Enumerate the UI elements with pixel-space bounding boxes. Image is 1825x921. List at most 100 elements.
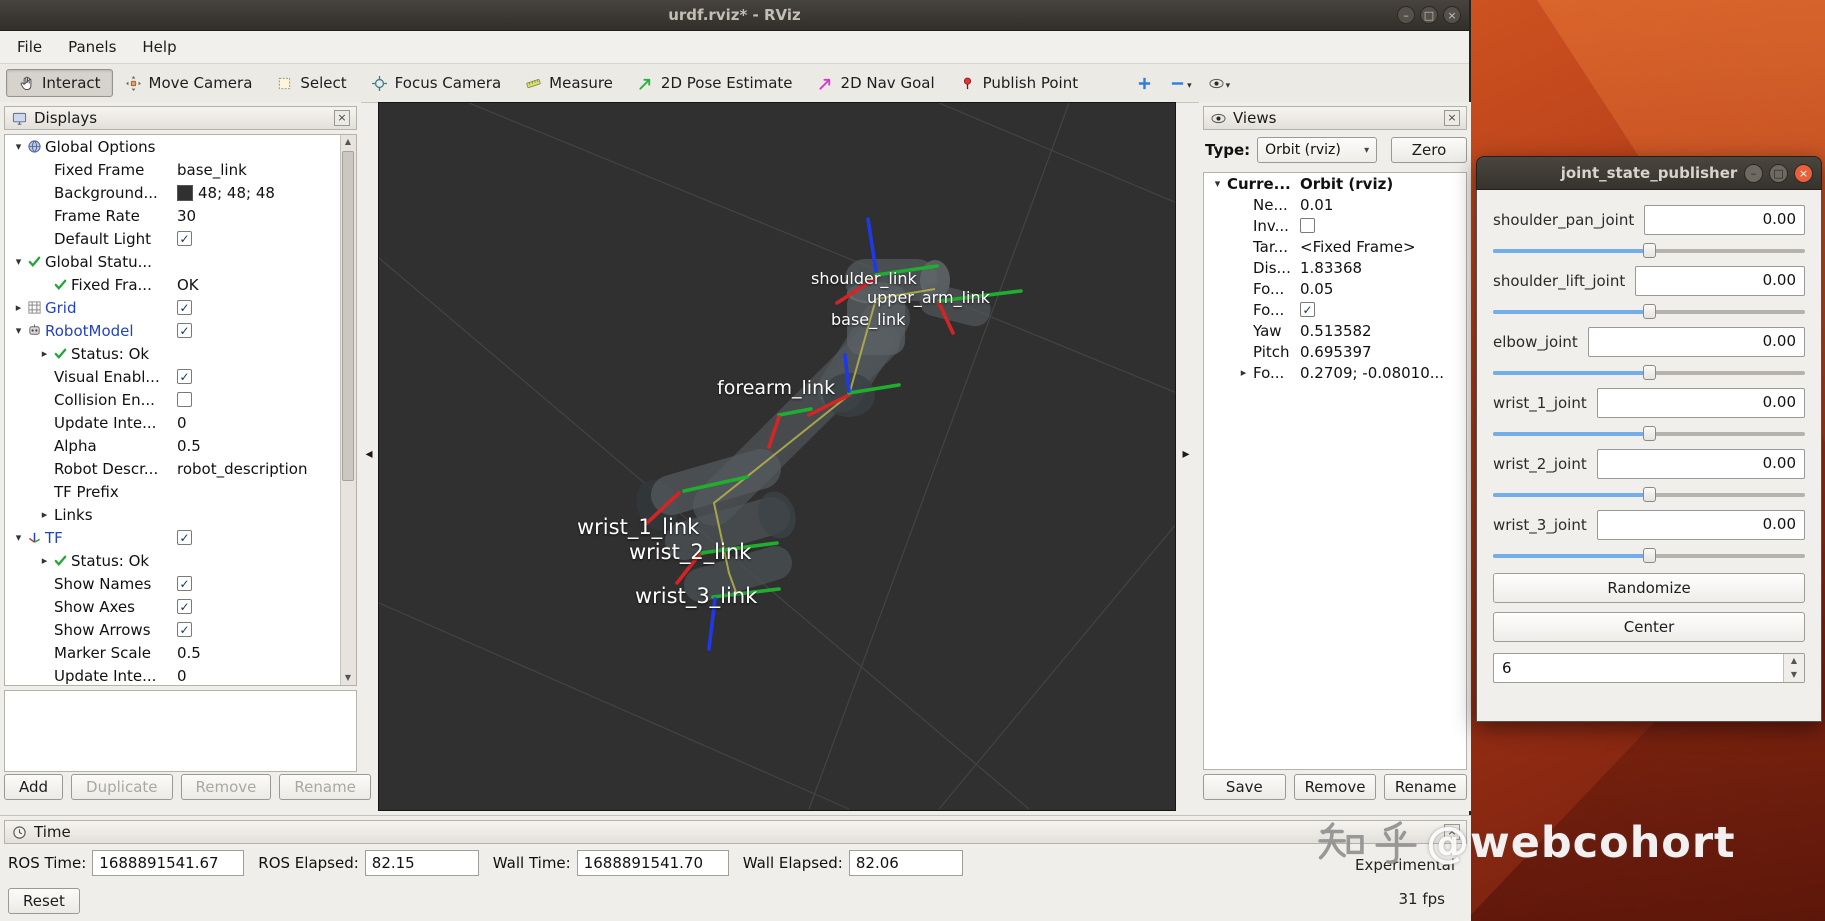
tree-row-fo[interactable]: Fo... 0.05 [1204,278,1466,299]
tree-row-show-arrows[interactable]: Show Arrows ✓ [5,618,356,641]
wrist-1-joint-slider[interactable] [1493,425,1805,442]
wrist-2-joint-value[interactable]: 0.00 [1596,449,1805,479]
expander-right-icon[interactable]: ▸ [37,347,52,360]
checkbox-checked[interactable]: ✓ [1300,302,1315,317]
tree-row-tf-prefix[interactable]: TF Prefix [5,480,356,503]
scroll-down-icon[interactable]: ▼ [341,671,355,685]
close-button[interactable]: × [1794,164,1813,183]
close-panel-icon[interactable]: × [334,110,350,126]
tool-interact[interactable]: Interact [6,69,113,97]
checkbox-checked[interactable]: ✓ [177,599,192,614]
rviz-titlebar[interactable]: urdf.rviz* - RViz – □ × [0,0,1469,31]
tree-row-tar[interactable]: Tar... <Fixed Frame> [1204,236,1466,257]
tool-move-camera[interactable]: Move Camera [113,69,265,97]
wrist-3-joint-slider[interactable] [1493,547,1805,564]
tree-row-yaw[interactable]: Yaw 0.513582 [1204,320,1466,341]
menu-panels[interactable]: Panels [55,33,129,61]
tree-row-status-ok[interactable]: ▸ Status: Ok [5,549,356,572]
checkbox-checked[interactable]: ✓ [177,369,192,384]
tool-2d-pose-estimate[interactable]: 2D Pose Estimate [625,69,805,97]
tree-row-fo[interactable]: Fo... ✓ [1204,299,1466,320]
slider-handle[interactable] [1643,426,1656,441]
shoulder-pan-joint-slider[interactable] [1493,242,1805,259]
shoulder-pan-joint-value[interactable]: 0.00 [1644,205,1805,235]
slider-handle[interactable] [1643,243,1656,258]
center-button[interactable]: Center [1493,612,1805,642]
wrist-2-joint-slider[interactable] [1493,486,1805,503]
expander-down-icon[interactable]: ▾ [11,324,26,337]
tree-row-ne[interactable]: Ne... 0.01 [1204,194,1466,215]
jsp-titlebar[interactable]: joint_state_publisher – □ × [1476,156,1822,190]
time-panel-header[interactable]: Time × [4,820,1467,844]
shoulder-lift-joint-slider[interactable] [1493,303,1805,320]
randomize-button[interactable]: Randomize [1493,573,1805,603]
expander-right-icon[interactable]: ▸ [1236,366,1251,379]
tool-2d-nav-goal[interactable]: 2D Nav Goal [805,69,947,97]
checkbox-checked[interactable]: ✓ [177,300,192,315]
slider-handle[interactable] [1643,487,1656,502]
tree-row-marker-scale[interactable]: Marker Scale 0.5 [5,641,356,664]
remove-tool-button[interactable]: ▾ [1169,75,1192,91]
checkbox-checked[interactable]: ✓ [177,530,192,545]
expander-down-icon[interactable]: ▾ [11,140,26,153]
tree-row-show-names[interactable]: Show Names ✓ [5,572,356,595]
tree-row-pitch[interactable]: Pitch 0.695397 [1204,341,1466,362]
scrollbar[interactable]: ▲ ▼ [340,135,356,685]
checkbox-unchecked[interactable] [1300,218,1315,233]
tree-row-tf[interactable]: ▾ TF ✓ [5,526,356,549]
tree-row-show-axes[interactable]: Show Axes ✓ [5,595,356,618]
tree-row-visual-enabl[interactable]: Visual Enabl... ✓ [5,365,356,388]
menu-file[interactable]: File [4,33,55,61]
checkbox-checked[interactable]: ✓ [177,323,192,338]
expander-right-icon[interactable]: ▸ [37,554,52,567]
zero-button[interactable]: Zero [1391,137,1467,163]
elbow-joint-value[interactable]: 0.00 [1587,327,1805,357]
tree-row-global-statu[interactable]: ▾ Global Statu... [5,250,356,273]
tree-row-grid[interactable]: ▸ Grid ✓ [5,296,356,319]
collapse-left-panel-icon[interactable]: ◂ [362,446,376,462]
elbow-joint-slider[interactable] [1493,364,1805,381]
remove-button[interactable]: Remove [1293,774,1377,800]
close-button[interactable]: × [1443,6,1461,24]
displays-panel-header[interactable]: Displays × [4,106,357,130]
tree-row-default-light[interactable]: Default Light ✓ [5,227,356,250]
wall-time-field[interactable]: 1688891541.70 [576,850,729,876]
wrist-3-joint-value[interactable]: 0.00 [1596,510,1805,540]
expander-down-icon[interactable]: ▾ [11,255,26,268]
spinner-down-icon[interactable]: ▼ [1784,668,1804,682]
slider-handle[interactable] [1643,548,1656,563]
tree-row-background[interactable]: Background... 48; 48; 48 [5,181,356,204]
add-button[interactable]: Add [4,774,64,800]
checkbox-checked[interactable]: ✓ [177,576,192,591]
tree-row-fixed-fra[interactable]: Fixed Fra... OK [5,273,356,296]
ros-time-field[interactable]: 1688891541.67 [92,850,245,876]
tree-row-collision-en[interactable]: Collision En... [5,388,356,411]
tree-row-fo[interactable]: ▸ Fo... 0.2709; -0.08010... [1204,362,1466,383]
checkbox-checked[interactable]: ✓ [177,622,192,637]
close-panel-icon[interactable]: × [1444,110,1460,126]
maximize-button[interactable]: □ [1769,164,1788,183]
minimize-button[interactable]: – [1744,164,1763,183]
checkbox-unchecked[interactable] [177,392,192,407]
expander-down-icon[interactable]: ▾ [1210,177,1225,190]
tree-row-status-ok[interactable]: ▸ Status: Ok [5,342,356,365]
reset-button[interactable]: Reset [8,888,80,914]
tree-row-fixed-frame[interactable]: Fixed Frame base_link [5,158,356,181]
scroll-up-icon[interactable]: ▲ [341,135,355,149]
tool-select[interactable]: Select [264,69,358,97]
wall-elapsed-field[interactable]: 82.06 [848,850,963,876]
scrollbar-thumb[interactable] [342,151,354,481]
tree-row-curre[interactable]: ▾ Curre... Orbit (rviz) [1204,173,1466,194]
checkbox-checked[interactable]: ✓ [177,231,192,246]
tool-measure[interactable]: Measure [513,69,625,97]
add-tool-button[interactable] [1136,75,1153,91]
tree-row-links[interactable]: ▸ Links [5,503,356,526]
tool-publish-point[interactable]: Publish Point [947,69,1090,97]
3d-viewport[interactable]: shoulder_link upper_arm_link base_link fore… [378,102,1176,811]
view-type-combobox[interactable]: Orbit (rviz) ▾ [1257,137,1378,163]
tree-row-global-options[interactable]: ▾ Global Options [5,135,356,158]
wrist-1-joint-value[interactable]: 0.00 [1596,388,1805,418]
tree-row-update-inte[interactable]: Update Inte... 0 [5,664,356,685]
spinner-up-icon[interactable]: ▲ [1784,654,1804,668]
views-panel-header[interactable]: Views × [1203,106,1467,130]
